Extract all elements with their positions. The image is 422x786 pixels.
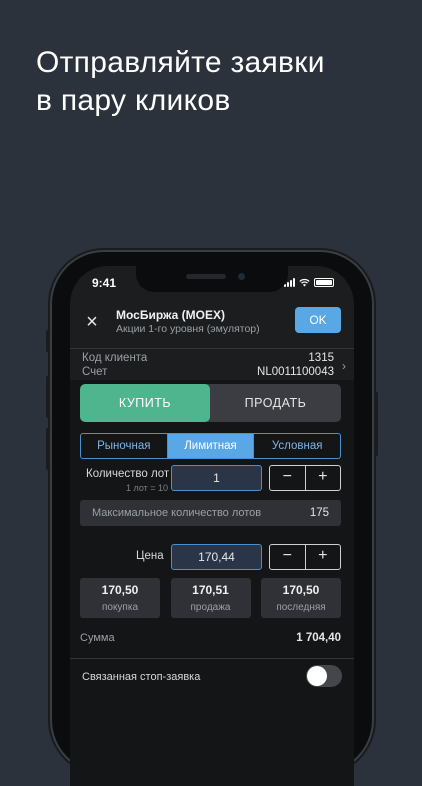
lots-stepper: − + xyxy=(269,465,341,491)
account-label: Счет xyxy=(82,366,108,378)
sum-value: 1 704,40 xyxy=(296,632,341,644)
sum-label: Сумма xyxy=(80,632,115,644)
speaker xyxy=(186,274,226,279)
client-account-selector[interactable]: Код клиента 1315 Счет NL0011100043 › xyxy=(82,352,346,380)
stop-order-label: Связанная стоп-заявка xyxy=(82,671,201,683)
quote-label: последняя xyxy=(276,602,326,613)
headline-line-2: в пару кликов xyxy=(36,84,231,117)
ok-button[interactable]: OK xyxy=(295,307,341,333)
exchange-title: МосБиржа (MOEX) xyxy=(116,308,226,322)
stop-order-toggle[interactable] xyxy=(306,665,342,687)
phone-mockup: 9:41 × МосБиржа (MOEX) Акции 1-го уровня… xyxy=(46,252,378,786)
tab-limit[interactable]: Лимитная xyxy=(166,434,254,458)
power-button xyxy=(374,392,378,456)
quote-ask-button[interactable]: 170,51 продажа xyxy=(170,578,251,618)
close-icon[interactable]: × xyxy=(82,312,102,332)
quote-value: 170,50 xyxy=(282,583,320,597)
quote-value: 170,51 xyxy=(192,583,229,597)
price-stepper: − + xyxy=(269,544,341,570)
mute-switch xyxy=(46,330,50,352)
buy-button[interactable]: КУПИТЬ xyxy=(80,384,210,422)
price-minus-button[interactable]: − xyxy=(270,545,305,569)
price-input[interactable]: 170,44 xyxy=(171,544,262,570)
lots-label: Количество лот xyxy=(86,468,170,480)
quote-bid-button[interactable]: 170,50 покупка xyxy=(80,578,160,618)
quote-buttons: 170,50 покупка 170,51 продажа 170,50 пос… xyxy=(80,578,341,618)
quote-value: 170,50 xyxy=(101,583,139,597)
price-plus-button[interactable]: + xyxy=(304,545,341,569)
status-icons xyxy=(284,277,334,287)
buy-sell-switch: КУПИТЬ ПРОДАТЬ xyxy=(80,384,341,422)
status-time: 9:41 xyxy=(92,276,117,290)
lots-minus-button[interactable]: − xyxy=(270,466,305,490)
lot-size-note: 1 лот = 10 xyxy=(126,483,169,493)
tab-market[interactable]: Рыночная xyxy=(81,434,167,458)
order-type-tabs: Рыночная Лимитная Условная xyxy=(80,433,341,459)
toggle-knob xyxy=(307,666,327,686)
phone-screen: 9:41 × МосБиржа (MOEX) Акции 1-го уровня… xyxy=(70,266,354,786)
exchange-subtitle: Акции 1-го уровня (эмулятор) xyxy=(116,323,260,335)
lots-plus-button[interactable]: + xyxy=(304,466,341,490)
quote-label: покупка xyxy=(101,602,139,613)
sell-button[interactable]: ПРОДАТЬ xyxy=(210,384,341,422)
camera xyxy=(238,273,245,280)
quote-last-button[interactable]: 170,50 последняя xyxy=(261,578,341,618)
max-lots-label: Максимальное количество лотов xyxy=(92,507,262,519)
tab-conditional[interactable]: Условная xyxy=(253,434,340,458)
account-value: NL0011100043 xyxy=(257,366,334,378)
volume-down-button xyxy=(46,428,50,470)
sum-divider xyxy=(70,658,354,659)
order-header: × МосБиржа (MOEX) Акции 1-го уровня (эму… xyxy=(70,306,354,346)
volume-up-button xyxy=(46,376,50,418)
quote-label: продажа xyxy=(190,602,231,613)
price-label: Цена xyxy=(136,550,164,562)
wifi-icon xyxy=(299,278,310,287)
notch xyxy=(136,266,288,292)
headline-line-1: Отправляйте заявки xyxy=(36,46,325,79)
lots-input[interactable]: 1 xyxy=(171,465,262,491)
battery-icon xyxy=(314,277,334,287)
chevron-right-icon: › xyxy=(342,359,346,373)
max-lots-row: Максимальное количество лотов 175 xyxy=(80,500,341,526)
client-code-label: Код клиента xyxy=(82,352,148,364)
headline: Отправляйте заявки в пару кликов xyxy=(36,44,325,120)
header-divider xyxy=(70,348,354,349)
max-lots-value: 175 xyxy=(309,507,329,519)
client-code-value: 1315 xyxy=(308,352,334,364)
